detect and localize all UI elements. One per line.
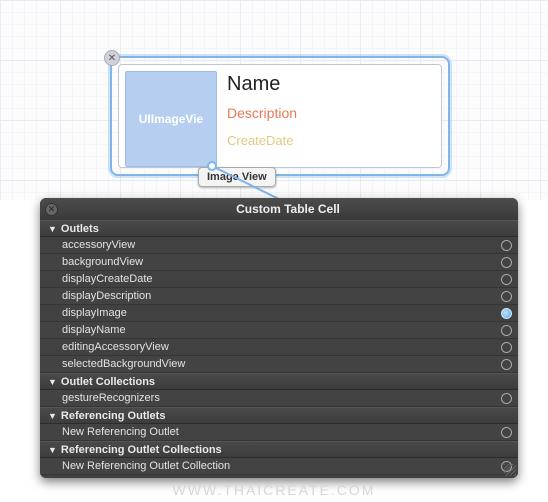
outlet-label: displayName xyxy=(62,324,501,336)
close-icon[interactable]: ✕ xyxy=(104,50,120,66)
outlet-label: accessoryView xyxy=(62,239,501,251)
section-title: Referencing Outlets xyxy=(61,410,166,422)
outlet-row[interactable]: editingAccessoryView xyxy=(40,339,518,356)
cell-content: UIImageVie Name Description CreateDate xyxy=(118,64,442,168)
section-header[interactable]: ▼ Outlet Collections xyxy=(40,373,518,390)
outlet-label: gestureRecognizers xyxy=(62,392,501,404)
resize-handle-icon[interactable] xyxy=(504,464,516,476)
connection-port-icon[interactable] xyxy=(501,325,512,336)
connection-port-icon[interactable] xyxy=(501,240,512,251)
name-label[interactable]: Name xyxy=(227,73,280,96)
outlet-label: New Referencing Outlet xyxy=(62,426,501,438)
disclosure-triangle-icon[interactable]: ▼ xyxy=(48,445,57,455)
outlet-label: editingAccessoryView xyxy=(62,341,501,353)
section-header[interactable]: ▼ Referencing Outlet Collections xyxy=(40,441,518,458)
disclosure-triangle-icon[interactable]: ▼ xyxy=(48,224,57,234)
outlet-row[interactable]: selectedBackgroundView xyxy=(40,356,518,373)
panel-close-icon[interactable]: ✕ xyxy=(45,203,58,216)
connection-port-icon[interactable] xyxy=(501,393,512,404)
outlet-row[interactable]: displayName xyxy=(40,322,518,339)
outlet-label: displayImage xyxy=(62,307,501,319)
panel-body: ▼ Outlets accessoryView backgroundView displ… xyxy=(40,220,518,475)
uiimageview[interactable]: UIImageVie xyxy=(125,71,217,167)
outlet-label: displayDescription xyxy=(62,290,501,302)
panel-title: Custom Table Cell xyxy=(58,202,518,216)
outlet-row[interactable]: displayCreateDate xyxy=(40,271,518,288)
outlet-row[interactable]: New Referencing Outlet Collection xyxy=(40,458,518,475)
watermark: WWW.THAICREATE.COM xyxy=(173,482,376,498)
section-header[interactable]: ▼ Outlets xyxy=(40,220,518,237)
panel-titlebar[interactable]: ✕ Custom Table Cell xyxy=(40,198,518,220)
table-cell-prototype[interactable]: ✕ UIImageVie Name Description CreateDate xyxy=(110,56,450,176)
outlet-label: New Referencing Outlet Collection xyxy=(62,460,501,472)
outlet-row[interactable]: backgroundView xyxy=(40,254,518,271)
tooltip: Image View xyxy=(198,167,276,187)
connections-inspector[interactable]: ✕ Custom Table Cell ▼ Outlets accessoryVie… xyxy=(40,198,518,478)
outlet-row[interactable]: accessoryView xyxy=(40,237,518,254)
section-header[interactable]: ▼ Referencing Outlets xyxy=(40,407,518,424)
connection-port-icon[interactable] xyxy=(501,342,512,353)
outlet-row[interactable]: displayDescription xyxy=(40,288,518,305)
connection-port-icon[interactable] xyxy=(501,274,512,285)
connection-port-icon[interactable] xyxy=(501,308,512,319)
outlet-label: backgroundView xyxy=(62,256,501,268)
description-label[interactable]: Description xyxy=(227,105,297,121)
section-title: Outlets xyxy=(61,223,99,235)
section-title: Outlet Collections xyxy=(61,376,155,388)
disclosure-triangle-icon[interactable]: ▼ xyxy=(48,377,57,387)
outlet-label: selectedBackgroundView xyxy=(62,358,501,370)
connection-port-icon[interactable] xyxy=(501,359,512,370)
connection-port-icon[interactable] xyxy=(501,257,512,268)
outlet-row[interactable]: New Referencing Outlet xyxy=(40,424,518,441)
createdate-label[interactable]: CreateDate xyxy=(227,133,293,148)
section-title: Referencing Outlet Collections xyxy=(61,444,222,456)
connection-port-icon[interactable] xyxy=(501,291,512,302)
disclosure-triangle-icon[interactable]: ▼ xyxy=(48,411,57,421)
outlet-row[interactable]: gestureRecognizers xyxy=(40,390,518,407)
outlet-row[interactable]: displayImage xyxy=(40,305,518,322)
outlet-label: displayCreateDate xyxy=(62,273,501,285)
uiimageview-label: UIImageVie xyxy=(139,112,203,126)
connection-port-icon[interactable] xyxy=(501,427,512,438)
